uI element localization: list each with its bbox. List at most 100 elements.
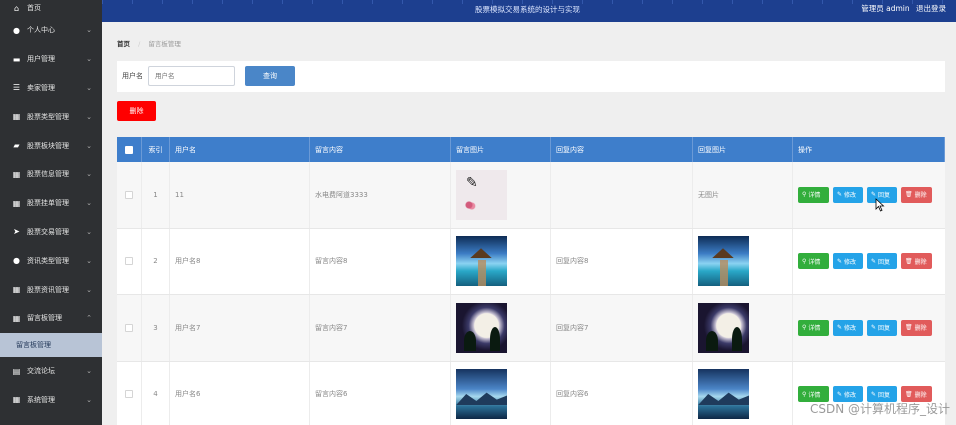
row-checkbox[interactable] xyxy=(125,190,133,199)
row-message-image-cell xyxy=(451,295,551,361)
sidebar-item-stock-info[interactable]: ▦ 股票信息管理 ⌄ xyxy=(0,160,102,189)
row-reply: 回复内容8 xyxy=(551,228,693,294)
sidebar-item-message-board[interactable]: ▦ 留言板管理 ⌃ xyxy=(0,304,102,333)
row-reply-image: 无图片 xyxy=(693,162,793,228)
edit-button[interactable]: ✎ 修改 xyxy=(833,319,863,336)
pencil-icon: ✎ xyxy=(871,390,877,398)
row-ops: ⚲ 详情 ✎ 修改 ✎ 回复 🗑 删除 xyxy=(793,295,945,361)
sidebar-item-user-management[interactable]: ▬ 用户管理 ⌄ xyxy=(0,45,102,74)
sidebar-item-forum[interactable]: ▤ 交流论坛 ⌄ xyxy=(0,357,102,386)
sidebar-item-stock-trade[interactable]: ➤ 股票交易管理 ⌄ xyxy=(0,218,102,247)
row-user: 用户名8 xyxy=(170,228,310,294)
row-select-cell xyxy=(117,361,142,425)
sidebar-item-stock-sector[interactable]: ▰ 股票板块管理 ⌄ xyxy=(0,131,102,160)
sidebar-item-stock-type[interactable]: ▦ 股票类型管理 ⌄ xyxy=(0,102,102,131)
send-icon: ➤ xyxy=(13,227,20,237)
search-label: 用户名 xyxy=(122,72,143,80)
table-header: 索引 用户名 留言内容 留言图片 回复内容 回复图片 操作 xyxy=(117,137,945,162)
hut-graphic xyxy=(470,248,492,259)
pier-graphic xyxy=(720,260,728,287)
chevron-down-icon: ⌄ xyxy=(86,395,92,404)
home-icon: ⌂ xyxy=(13,3,20,13)
pencil-icon: ✎ xyxy=(837,390,843,398)
sidebar-item-label: 股票信息管理 xyxy=(27,170,69,179)
delete-button[interactable]: 🗑 删除 xyxy=(901,186,932,203)
breadcrumb-home[interactable]: 首页 xyxy=(117,40,130,48)
search-input[interactable] xyxy=(148,66,235,86)
sidebar-item-news-type[interactable]: ● 资讯类型管理 ⌄ xyxy=(0,246,102,275)
sidebar-item-label: 首页 xyxy=(27,4,41,12)
row-message-image-cell xyxy=(451,361,551,425)
header-ops: 操作 xyxy=(793,137,945,162)
search-button[interactable]: 查询 xyxy=(245,66,295,86)
table-row: 3 用户名7 留言内容7 回复内容7 ⚲ 详情 ✎ 修改 ✎ 回复 🗑 删除 xyxy=(117,295,945,362)
tree-graphic xyxy=(490,326,500,351)
chevron-down-icon: ⌄ xyxy=(86,26,92,35)
row-checkbox[interactable] xyxy=(125,390,133,399)
row-checkbox[interactable] xyxy=(125,323,133,332)
reply-button[interactable]: ✎ 回复 xyxy=(867,253,897,270)
logout-link[interactable]: 退出登录 xyxy=(916,4,946,13)
search-icon: ⚲ xyxy=(802,257,807,265)
row-reply-image-cell xyxy=(693,295,793,361)
header-user: 用户名 xyxy=(170,137,310,162)
detail-label: 详情 xyxy=(808,258,821,266)
message-image-calligraphy: ✎ xyxy=(456,169,507,220)
row-select-cell xyxy=(117,228,142,294)
sidebar-item-label: 系统管理 xyxy=(27,395,55,404)
row-user: 用户名6 xyxy=(170,361,310,425)
chevron-down-icon: ⌄ xyxy=(86,112,92,121)
sidebar-item-seller-management[interactable]: ☰ 卖家管理 ⌄ xyxy=(0,74,102,103)
sidebar-item-stock-news[interactable]: ▦ 股票资讯管理 ⌄ xyxy=(0,275,102,304)
clipboard-icon: ▤ xyxy=(12,366,21,376)
delete-button[interactable]: 🗑 删除 xyxy=(901,253,932,270)
detail-button[interactable]: ⚲ 详情 xyxy=(798,186,829,203)
sidebar-item-label: 卖家管理 xyxy=(27,83,55,92)
sidebar-item-stock-order[interactable]: ▦ 股票挂单管理 ⌄ xyxy=(0,189,102,218)
sidebar-subitem-message-board[interactable]: 留言板管理 xyxy=(0,332,102,357)
search-icon: ⚲ xyxy=(802,191,807,199)
chevron-up-icon: ⌃ xyxy=(86,314,92,323)
sidebar-item-system[interactable]: ▦ 系统管理 ⌄ xyxy=(0,386,102,415)
row-index: 3 xyxy=(142,295,170,361)
row-user: 用户名7 xyxy=(170,295,310,361)
sidebar-item-home[interactable]: ⌂ 首页 xyxy=(0,0,102,16)
message-image-pier xyxy=(456,236,507,287)
mouse-cursor-icon xyxy=(875,198,885,212)
row-message: 留言内容6 xyxy=(310,361,451,425)
sidebar-item-label: 股票类型管理 xyxy=(27,112,69,121)
edit-label: 修改 xyxy=(844,391,857,399)
row-select-cell xyxy=(117,295,142,361)
edit-label: 修改 xyxy=(844,325,857,333)
batch-delete-button[interactable]: 删除 xyxy=(117,101,156,121)
chevron-down-icon: ⌄ xyxy=(86,285,92,294)
row-index: 1 xyxy=(142,162,170,228)
breadcrumb: 首页 / 留言板管理 xyxy=(117,38,181,48)
sidebar-subitem-label: 留言板管理 xyxy=(16,340,51,349)
delete-label: 删除 xyxy=(914,391,927,399)
detail-button[interactable]: ⚲ 详情 xyxy=(798,319,829,336)
monitor-icon: ▬ xyxy=(12,54,21,64)
row-reply xyxy=(551,162,693,228)
detail-button[interactable]: ⚲ 详情 xyxy=(798,253,829,270)
tree-graphic xyxy=(464,330,476,351)
search-icon: ⚲ xyxy=(802,324,807,332)
edit-button[interactable]: ✎ 修改 xyxy=(833,186,863,203)
row-checkbox[interactable] xyxy=(125,257,133,266)
sidebar-item-personal-center[interactable]: ● 个人中心 ⌄ xyxy=(0,16,102,45)
select-all-checkbox[interactable] xyxy=(125,145,133,154)
reply-image-pier xyxy=(698,236,749,287)
mountain-graphic xyxy=(698,392,749,406)
message-image-lake xyxy=(456,369,507,420)
hut-graphic xyxy=(712,248,734,259)
message-image-moon xyxy=(456,302,507,353)
table-row: 1 11 水电费阿道3333 ✎ 无图片 ⚲ 详情 ✎ 修改 ✎ 回复 🗑 删除 xyxy=(117,162,945,229)
edit-button[interactable]: ✎ 修改 xyxy=(833,253,863,270)
row-message-image-cell: ✎ xyxy=(451,162,551,228)
row-reply-image-cell xyxy=(693,361,793,425)
select-all-cell xyxy=(117,137,142,162)
row-reply-image-cell xyxy=(693,228,793,294)
delete-button[interactable]: 🗑 删除 xyxy=(901,319,932,336)
tree-graphic xyxy=(732,326,742,351)
reply-button[interactable]: ✎ 回复 xyxy=(867,319,897,336)
